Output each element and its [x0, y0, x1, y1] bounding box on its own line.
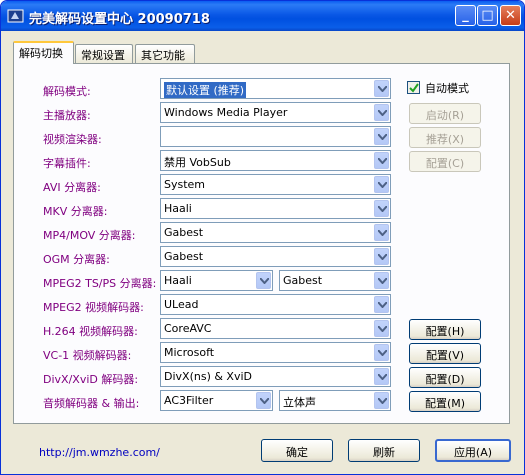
- label-subtitle-plugin: 字幕插件:: [43, 157, 91, 170]
- subtitle-plugin-select[interactable]: 禁用 VobSub: [160, 150, 391, 171]
- config-subtitle-button[interactable]: 配置(C): [409, 151, 481, 172]
- chevron-down-icon[interactable]: [374, 320, 389, 337]
- label-mpeg2-ts-splitter: MPEG2 TS/PS 分离器:: [43, 277, 157, 290]
- label-audio-decoder-output: 音频解码器 & 输出:: [43, 397, 140, 410]
- select-value: Windows Media Player: [164, 106, 288, 119]
- select-value: DivX(ns) & XviD: [164, 370, 252, 383]
- h264-decoder-select[interactable]: CoreAVC: [160, 318, 391, 339]
- select-value: Gabest: [164, 226, 204, 239]
- audio-output-select[interactable]: 立体声: [279, 390, 391, 411]
- mkv-splitter-select[interactable]: Haali: [160, 198, 391, 219]
- chevron-down-icon[interactable]: [256, 392, 271, 409]
- website-link[interactable]: http://jm.wmzhe.com/: [39, 446, 160, 459]
- select-value: Gabest: [283, 274, 323, 287]
- label-h264-decoder: H.264 视频解码器:: [43, 325, 138, 338]
- tab-general-settings[interactable]: 常规设置: [75, 44, 133, 63]
- select-value: Gabest: [164, 250, 204, 263]
- tab-other-functions[interactable]: 其它功能: [135, 44, 195, 63]
- label-ogm-splitter: OGM 分离器:: [43, 253, 110, 266]
- select-value: Haali: [164, 274, 192, 287]
- maximize-button[interactable]: □: [477, 5, 498, 26]
- recommend-button[interactable]: 推荐(X): [409, 127, 481, 148]
- mpeg2-ts-splitter-select[interactable]: Haali: [160, 270, 273, 291]
- chevron-down-icon[interactable]: [374, 272, 389, 289]
- label-decode-mode: 解码模式:: [43, 85, 91, 98]
- mp4-splitter-select[interactable]: Gabest: [160, 222, 391, 243]
- chevron-down-icon[interactable]: [374, 368, 389, 385]
- apply-button[interactable]: 应用(A): [435, 439, 511, 462]
- chevron-down-icon[interactable]: [374, 248, 389, 265]
- check-icon: [409, 83, 419, 93]
- label-video-renderer: 视频渲染器:: [43, 133, 102, 146]
- select-value: 禁用 VobSub: [164, 156, 231, 169]
- config-vc1-button[interactable]: 配置(V): [409, 343, 481, 364]
- app-icon: [7, 9, 24, 23]
- mpeg2-ps-splitter-select[interactable]: Gabest: [279, 270, 391, 291]
- chevron-down-icon[interactable]: [374, 128, 389, 145]
- divx-decoder-select[interactable]: DivX(ns) & XviD: [160, 366, 391, 387]
- label-mkv-splitter: MKV 分离器:: [43, 205, 108, 218]
- mpeg2-video-decoder-select[interactable]: ULead: [160, 294, 391, 315]
- chevron-down-icon[interactable]: [374, 200, 389, 217]
- select-value: ULead: [164, 298, 199, 311]
- config-divx-button[interactable]: 配置(D): [409, 367, 481, 388]
- avi-splitter-select[interactable]: System: [160, 174, 391, 195]
- chevron-down-icon[interactable]: [374, 176, 389, 193]
- select-value: Microsoft: [164, 346, 215, 359]
- config-h264-button[interactable]: 配置(H): [409, 319, 481, 340]
- auto-mode-checkbox[interactable]: [407, 81, 420, 94]
- label-mp4-splitter: MP4/MOV 分离器:: [43, 229, 136, 242]
- select-value: AC3Filter: [164, 394, 214, 407]
- settings-window: 完美解码设置中心 20090718 _ □ ✕ 解码切换 常规设置 其它功能 解…: [0, 0, 525, 475]
- chevron-down-icon[interactable]: [374, 344, 389, 361]
- chevron-down-icon[interactable]: [374, 152, 389, 169]
- select-value: System: [164, 178, 206, 191]
- select-value: 立体声: [283, 396, 316, 409]
- select-value: 默认设置 (推荐): [162, 81, 248, 98]
- label-main-player: 主播放器:: [43, 109, 91, 122]
- audio-decoder-select[interactable]: AC3Filter: [160, 390, 273, 411]
- video-renderer-select[interactable]: [160, 126, 391, 147]
- main-player-select[interactable]: Windows Media Player: [160, 102, 391, 123]
- label-divx-decoder: DivX/XviD 解码器:: [43, 373, 139, 386]
- chevron-down-icon[interactable]: [374, 296, 389, 313]
- chevron-down-icon[interactable]: [374, 392, 389, 409]
- refresh-button[interactable]: 刷新: [348, 439, 420, 462]
- chevron-down-icon[interactable]: [374, 80, 389, 97]
- label-mpeg2-video-decoder: MPEG2 视频解码器:: [43, 301, 144, 314]
- chevron-down-icon[interactable]: [256, 272, 271, 289]
- minimize-button[interactable]: _: [455, 5, 476, 26]
- ogm-splitter-select[interactable]: Gabest: [160, 246, 391, 267]
- title-bar[interactable]: 完美解码设置中心 20090718 _ □ ✕: [1, 1, 524, 31]
- decode-mode-select[interactable]: 默认设置 (推荐): [160, 78, 391, 99]
- select-value: CoreAVC: [164, 322, 212, 335]
- chevron-down-icon[interactable]: [374, 104, 389, 121]
- start-button[interactable]: 启动(R): [409, 103, 481, 124]
- label-vc1-decoder: VC-1 视频解码器:: [43, 349, 132, 362]
- chevron-down-icon[interactable]: [374, 224, 389, 241]
- tab-decode-switch[interactable]: 解码切换: [13, 41, 74, 64]
- auto-mode-label: 自动模式: [425, 82, 469, 95]
- ok-button[interactable]: 确定: [261, 439, 333, 462]
- window-title: 完美解码设置中心 20090718: [29, 12, 210, 27]
- config-audio-button[interactable]: 配置(M): [409, 391, 481, 412]
- label-avi-splitter: AVI 分离器:: [43, 181, 101, 194]
- select-value: Haali: [164, 202, 192, 215]
- vc1-decoder-select[interactable]: Microsoft: [160, 342, 391, 363]
- close-button[interactable]: ✕: [500, 5, 521, 26]
